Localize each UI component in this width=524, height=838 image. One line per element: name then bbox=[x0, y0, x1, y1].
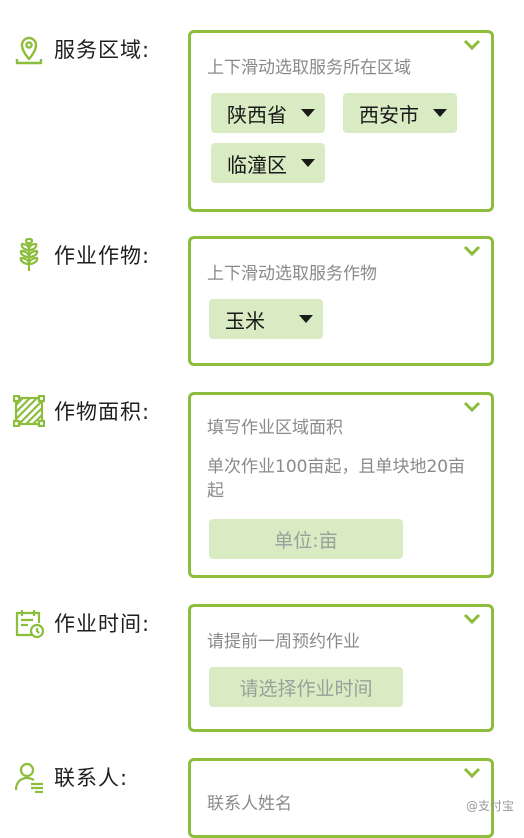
time-label: 作业时间: bbox=[54, 612, 151, 636]
service-area-label: 服务区域: bbox=[54, 38, 151, 62]
crop-select[interactable]: 玉米 bbox=[209, 299, 323, 339]
area-label: 作物面积: bbox=[54, 400, 151, 424]
area-unit-button[interactable]: 单位:亩 bbox=[209, 519, 403, 559]
dropdown-arrow-icon bbox=[301, 159, 315, 167]
map-pin-icon bbox=[12, 32, 46, 66]
service-area-card[interactable]: 上下滑动选取服务所在区域 陕西省 西安市 临潼区 bbox=[188, 30, 494, 212]
chevron-down-icon[interactable] bbox=[463, 401, 481, 413]
chevron-down-icon[interactable] bbox=[463, 39, 481, 51]
contact-label-group: 联系人: bbox=[12, 760, 128, 794]
time-hint: 请提前一周预约作业 bbox=[207, 632, 360, 652]
contact-card[interactable]: 联系人姓名 bbox=[188, 758, 494, 838]
province-select[interactable]: 陕西省 bbox=[211, 93, 325, 133]
province-value: 陕西省 bbox=[227, 102, 287, 127]
contact-label: 联系人: bbox=[54, 766, 129, 790]
time-card[interactable]: 请提前一周预约作业 请选择作业时间 bbox=[188, 604, 494, 732]
area-hint: 填写作业区域面积 bbox=[207, 418, 343, 438]
area-note: 单次作业100亩起，且单块地20亩起 bbox=[207, 457, 466, 501]
chevron-down-icon[interactable] bbox=[463, 767, 481, 779]
crop-hint: 上下滑动选取服务作物 bbox=[207, 264, 377, 284]
area-card[interactable]: 填写作业区域面积 单次作业100亩起，且单块地20亩起 单位:亩 bbox=[188, 392, 494, 578]
district-select[interactable]: 临潼区 bbox=[211, 143, 325, 183]
watermark: @支付宝 bbox=[465, 799, 514, 813]
dropdown-arrow-icon bbox=[433, 109, 447, 117]
dropdown-arrow-icon bbox=[299, 315, 313, 323]
time-label-group: 作业时间: bbox=[12, 606, 150, 640]
calendar-clock-icon bbox=[12, 606, 46, 640]
dropdown-arrow-icon bbox=[301, 109, 315, 117]
crop-label: 作业作物: bbox=[54, 244, 151, 268]
chevron-down-icon[interactable] bbox=[463, 613, 481, 625]
district-value: 临潼区 bbox=[227, 152, 287, 177]
wheat-icon bbox=[12, 238, 46, 272]
area-label-group: 作物面积: bbox=[12, 394, 150, 428]
select-time-button[interactable]: 请选择作业时间 bbox=[209, 667, 403, 707]
city-select[interactable]: 西安市 bbox=[343, 93, 457, 133]
person-icon bbox=[12, 760, 46, 794]
contact-name-input[interactable]: 联系人姓名 bbox=[207, 789, 292, 814]
crop-value: 玉米 bbox=[225, 308, 265, 333]
crop-label-group: 作业作物: bbox=[12, 238, 150, 272]
service-area-label-group: 服务区域: bbox=[12, 32, 150, 66]
crop-card[interactable]: 上下滑动选取服务作物 玉米 bbox=[188, 236, 494, 366]
service-area-hint: 上下滑动选取服务所在区域 bbox=[207, 58, 411, 78]
chevron-down-icon[interactable] bbox=[463, 245, 481, 257]
area-icon bbox=[12, 394, 46, 428]
city-value: 西安市 bbox=[359, 102, 419, 127]
